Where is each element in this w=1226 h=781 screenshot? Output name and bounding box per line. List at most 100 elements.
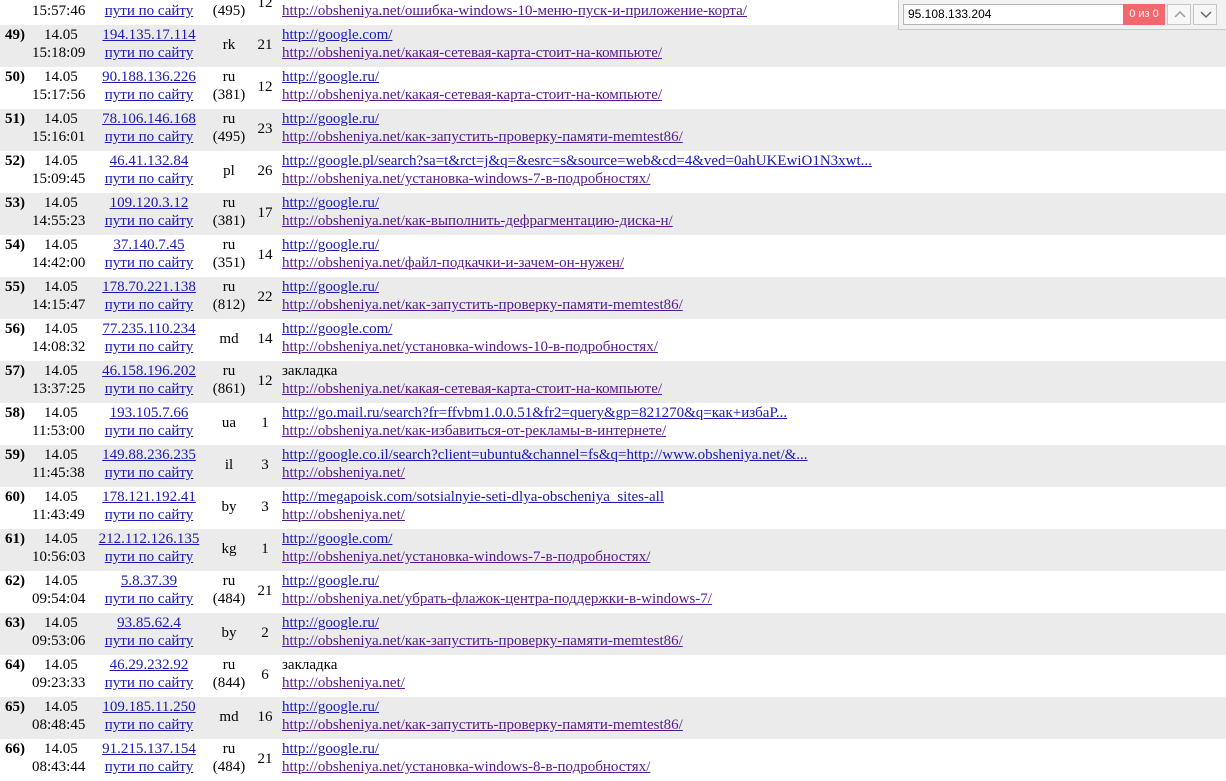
site-paths-link[interactable]: пути по сайту [88,464,210,483]
referrer-link[interactable]: http://google.pl/search?sa=t&rct=j&q=&es… [282,152,872,171]
landing-page-link[interactable]: http://obsheniya.net/файл-подкачки-и-зач… [282,254,624,273]
landing-page-link[interactable]: http://obsheniya.net/как-запустить-прове… [282,716,683,735]
site-paths-link[interactable]: пути по сайту [88,422,210,441]
site-paths-link[interactable]: пути по сайту [88,506,210,525]
row-number: 59) [5,447,25,463]
table-row: 64) 14.05 09:23:33 46.29.232.92 пути по сайт… [0,655,1226,697]
ip-link[interactable]: 93.85.62.4 [88,614,210,633]
visit-time: 08:43:44 [32,759,86,775]
ip-link[interactable]: 212.112.126.135 [88,530,210,549]
site-paths-link[interactable]: пути по сайту [88,632,210,651]
ip-link[interactable]: 37.140.7.45 [88,236,210,255]
visit-date: 14.05 [44,237,78,253]
landing-page-link[interactable]: http://obsheniya.net/установка-windows-7… [282,548,650,567]
find-next-button[interactable] [1193,4,1217,25]
ip-link[interactable]: 90.188.136.226 [88,68,210,87]
ip-link[interactable]: 46.29.232.92 [88,656,210,675]
landing-page-link[interactable]: http://obsheniya.net/как-выполнить-дефра… [282,212,673,231]
site-paths-link[interactable]: пути по сайту [88,674,210,693]
visit-date: 14.05 [44,27,78,43]
phone-code: (844) [212,675,246,691]
site-paths-link[interactable]: пути по сайту [88,2,210,21]
ip-link[interactable]: 109.185.11.250 [88,698,210,717]
landing-page-link[interactable]: http://obsheniya.net/ошибка-windows-10-м… [282,2,747,21]
find-input[interactable]: 95.108.133.204 [903,4,1123,25]
referrer-link[interactable]: http://google.ru/ [282,698,379,717]
referrer-link[interactable]: http://google.ru/ [282,278,379,297]
referrer-link[interactable]: http://google.co.il/search?client=ubuntu… [282,446,808,465]
ip-link[interactable]: 77.235.110.234 [88,320,210,339]
chevron-down-icon [1200,11,1212,19]
visit-time: 09:54:04 [32,591,86,607]
referrer-link[interactable]: http://google.ru/ [282,614,379,633]
site-paths-link[interactable]: пути по сайту [88,296,210,315]
visit-time: 08:48:45 [32,717,86,733]
page-count: 21 [257,583,273,599]
phone-code: (812) [212,297,246,313]
ip-link[interactable]: 178.70.221.138 [88,278,210,297]
find-match-count: 0 из 0 [1123,4,1165,25]
site-paths-link[interactable]: пути по сайту [88,548,210,567]
site-paths-link[interactable]: пути по сайту [88,212,210,231]
referrer-link[interactable]: http://google.ru/ [282,740,379,759]
landing-page-link[interactable]: http://obsheniya.net/какая-сетевая-карта… [282,380,662,399]
ip-link[interactable]: 109.120.3.12 [88,194,210,213]
landing-page-link[interactable]: http://obsheniya.net/убрать-флажок-центр… [282,590,712,609]
referrer-link[interactable]: http://google.ru/ [282,572,379,591]
referrer-link[interactable]: http://google.ru/ [282,68,379,87]
ip-link[interactable]: 91.215.137.154 [88,740,210,759]
site-paths-link[interactable]: пути по сайту [88,44,210,63]
site-paths-link[interactable]: пути по сайту [88,380,210,399]
site-paths-link[interactable]: пути по сайту [88,590,210,609]
row-number: 54) [5,237,25,253]
ip-link[interactable]: 194.135.17.114 [88,26,210,45]
table-row: 66) 14.05 08:43:44 91.215.137.154 пути по са… [0,739,1226,781]
landing-page-link[interactable]: http://obsheniya.net/установка-windows-7… [282,170,650,189]
landing-page-link[interactable]: http://obsheniya.net/ [282,464,405,483]
phone-code: (495) [212,3,246,19]
referrer-link[interactable]: http://megapoisk.com/sotsialnyie-seti-dl… [282,488,664,507]
site-paths-link[interactable]: пути по сайту [88,128,210,147]
page-count: 3 [261,499,269,515]
landing-page-link[interactable]: http://obsheniya.net/какая-сетевая-карта… [282,86,662,105]
page-count: 12 [257,0,273,11]
landing-page-link[interactable]: http://obsheniya.net/как-запустить-прове… [282,632,683,651]
ip-link[interactable]: 178.121.192.41 [88,488,210,507]
landing-page-link[interactable]: http://obsheniya.net/как-запустить-прове… [282,296,683,315]
landing-page-link[interactable]: http://obsheniya.net/ [282,506,405,525]
visit-time: 14:42:00 [32,255,86,271]
ip-link[interactable]: 193.105.7.66 [88,404,210,423]
referrer-link[interactable]: http://google.com/ [282,530,392,549]
row-number: 64) [5,657,25,673]
ip-link[interactable]: 5.8.37.39 [88,572,210,591]
country-code: kg [221,541,237,557]
ip-link[interactable]: 46.41.132.84 [88,152,210,171]
site-paths-link[interactable]: пути по сайту [88,86,210,105]
landing-page-link[interactable]: http://obsheniya.net/как-запустить-прове… [282,128,683,147]
ip-link[interactable]: 46.158.196.202 [88,362,210,381]
referrer-link[interactable]: http://google.ru/ [282,236,379,255]
visit-date: 14.05 [44,69,78,85]
referrer-link[interactable]: http://go.mail.ru/search?fr=ffvbm1.0.0.5… [282,404,787,423]
landing-page-link[interactable]: http://obsheniya.net/установка-windows-1… [282,338,658,357]
site-paths-link[interactable]: пути по сайту [88,716,210,735]
country-code: rk [222,37,236,53]
site-paths-link[interactable]: пути по сайту [88,758,210,777]
site-paths-link[interactable]: пути по сайту [88,170,210,189]
landing-page-link[interactable]: http://obsheniya.net/установка-windows-8… [282,758,650,777]
site-paths-link[interactable]: пути по сайту [88,338,210,357]
referrer-link[interactable]: http://google.ru/ [282,194,379,213]
landing-page-link[interactable]: http://obsheniya.net/как-избавиться-от-р… [282,422,666,441]
referrer-link[interactable]: http://google.ru/ [282,110,379,129]
find-previous-button[interactable] [1167,4,1191,25]
site-paths-link[interactable]: пути по сайту [88,254,210,273]
ip-link[interactable]: 149.88.236.235 [88,446,210,465]
referrer-link[interactable]: http://google.com/ [282,320,392,339]
row-number: 49) [5,27,25,43]
referrer-link[interactable]: http://google.com/ [282,26,392,45]
visit-date: 14.05 [44,573,78,589]
ip-link[interactable]: 78.106.146.168 [88,110,210,129]
landing-page-link[interactable]: http://obsheniya.net/ [282,674,405,693]
row-number: 56) [5,321,25,337]
landing-page-link[interactable]: http://obsheniya.net/какая-сетевая-карта… [282,44,662,63]
